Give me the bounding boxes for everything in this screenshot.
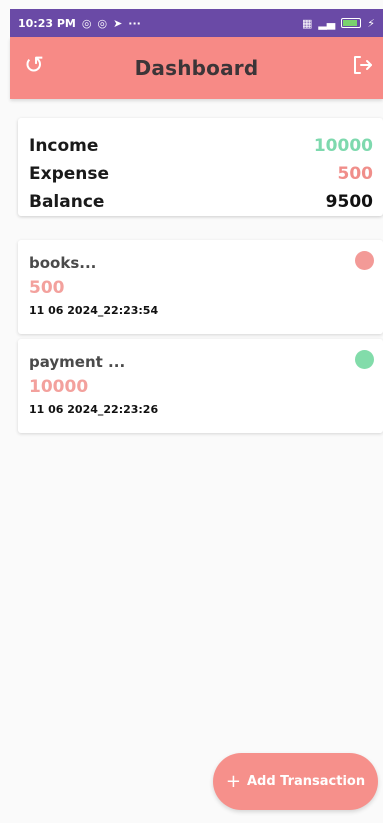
- battery-icon: [341, 18, 362, 28]
- instagram-icon: ◎: [81, 16, 92, 30]
- instagram-icon-2: ◎: [97, 16, 108, 30]
- transaction-date: 11 06 2024_22:23:26: [29, 403, 159, 416]
- transaction-name: payment ...: [29, 353, 126, 371]
- transaction-name: books...: [29, 254, 97, 272]
- signal-icon: ▂▄: [318, 16, 336, 30]
- income-row: Income 10000: [29, 132, 373, 160]
- status-bar: 10:23 PM ◎ ◎ ➤ ··· ▦ ▂▄ ⚡: [10, 9, 383, 37]
- summary-card: Income 10000 Expense 500 Balance 9500: [18, 118, 383, 216]
- expense-indicator-dot: [355, 251, 374, 270]
- transaction-amount: 10000: [29, 377, 89, 397]
- transaction-date: 11 06 2024_22:23:54: [29, 304, 159, 317]
- income-value: 10000: [313, 136, 373, 156]
- add-transaction-button[interactable]: + Add Transaction: [213, 753, 378, 810]
- telegram-icon: ➤: [113, 16, 123, 30]
- income-label: Income: [29, 136, 99, 156]
- transaction-card[interactable]: books... 500 11 06 2024_22:23:54: [18, 240, 383, 334]
- app-bar: ↺ Dashboard: [10, 37, 383, 99]
- balance-label: Balance: [29, 192, 105, 212]
- income-indicator-dot: [355, 350, 374, 369]
- transaction-amount: 500: [29, 278, 65, 298]
- more-notifications-icon: ···: [128, 16, 141, 30]
- add-transaction-label: Add Transaction: [246, 774, 366, 789]
- network-icon: ▦: [301, 16, 313, 30]
- plus-icon: +: [225, 771, 241, 792]
- balance-value: 9500: [325, 192, 373, 212]
- status-time: 10:23 PM: [18, 16, 76, 30]
- transaction-card[interactable]: payment ... 10000 11 06 2024_22:23:26: [18, 339, 383, 433]
- expense-label: Expense: [29, 164, 110, 184]
- charging-icon: ⚡: [367, 16, 375, 30]
- logout-icon[interactable]: [351, 54, 373, 80]
- page-title: Dashboard: [134, 56, 259, 80]
- expense-row: Expense 500: [29, 160, 373, 188]
- balance-row: Balance 9500: [29, 188, 373, 216]
- expense-value: 500: [337, 164, 374, 184]
